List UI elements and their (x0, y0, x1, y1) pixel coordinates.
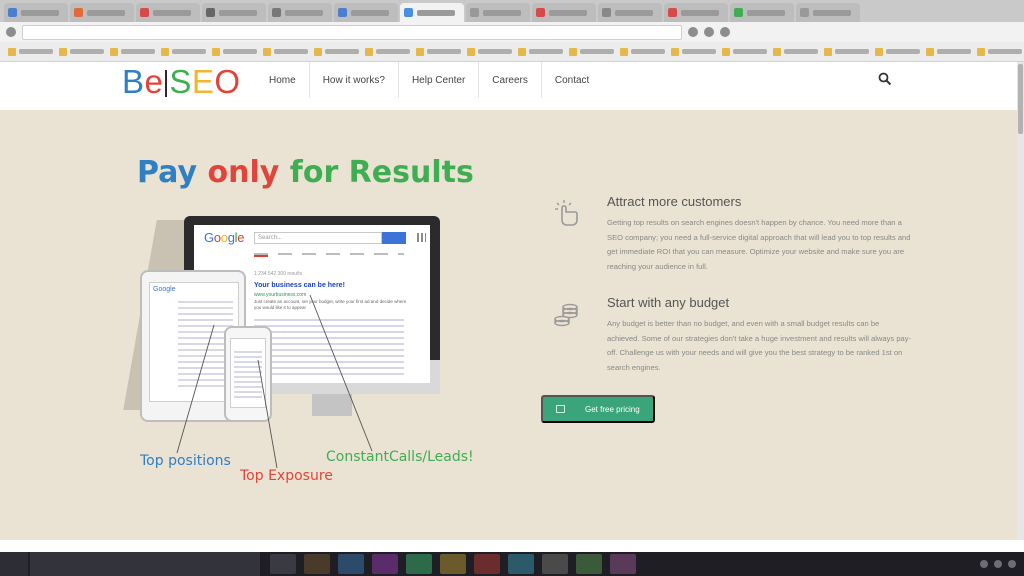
browser-tab[interactable] (202, 3, 266, 22)
search-icon[interactable] (878, 72, 892, 86)
nav-how-it-works[interactable]: How it works? (310, 62, 399, 98)
taskbar-app[interactable] (406, 554, 432, 574)
browser-tab-active[interactable] (400, 3, 464, 22)
tray-icon[interactable] (1008, 560, 1016, 568)
site-logo[interactable]: Be SEO (122, 64, 241, 100)
taskbar-app[interactable] (474, 554, 500, 574)
feature-body: Getting top results on search engines do… (607, 218, 911, 271)
bookmark-item[interactable] (416, 47, 461, 56)
taskbar-app[interactable] (304, 554, 330, 574)
logo-letter: O (214, 63, 241, 100)
bookmark-item[interactable] (569, 47, 614, 56)
taskbar-app[interactable] (542, 554, 568, 574)
bookmark-item[interactable] (977, 47, 1022, 56)
bookmark-item[interactable] (161, 47, 206, 56)
coins-icon (554, 303, 578, 327)
taskbar-app[interactable] (270, 554, 296, 574)
nav-help-center[interactable]: Help Center (399, 62, 480, 98)
browser-tab[interactable] (4, 3, 68, 22)
extension-icon[interactable] (704, 27, 714, 37)
os-taskbar (0, 552, 1024, 576)
bookmark-item[interactable] (518, 47, 563, 56)
browser-tab[interactable] (136, 3, 200, 22)
menu-icon[interactable] (720, 27, 730, 37)
main-nav: Home How it works? Help Center Careers C… (256, 62, 602, 98)
bookmark-item[interactable] (110, 47, 155, 56)
start-button[interactable] (0, 552, 28, 576)
bookmark-item[interactable] (722, 47, 767, 56)
bookmark-item[interactable] (620, 47, 665, 56)
logo-letter: B (122, 63, 145, 100)
browser-tab[interactable] (268, 3, 332, 22)
system-tray (904, 552, 1024, 576)
feature-body: Any budget is better than no budget, and… (607, 319, 912, 372)
browser-tab[interactable] (334, 3, 398, 22)
bookmark-item[interactable] (671, 47, 716, 56)
bookmark-item[interactable] (926, 47, 971, 56)
taskbar-apps (270, 554, 636, 574)
browser-address-bar (0, 22, 1024, 42)
touch-click-icon (555, 200, 578, 226)
taskbar-search[interactable] (30, 552, 260, 576)
browser-tab[interactable] (664, 3, 728, 22)
label-constant-calls: ConstantCalls/Leads! (326, 449, 474, 465)
browser-tab[interactable] (796, 3, 860, 22)
tray-icon[interactable] (994, 560, 1002, 568)
bookmark-item[interactable] (212, 47, 257, 56)
browser-tab[interactable] (466, 3, 530, 22)
cta-label: Get free pricing (585, 404, 640, 414)
bookmark-item[interactable] (365, 47, 410, 56)
browser-tab[interactable] (532, 3, 596, 22)
feature-title: Attract more customers (607, 194, 742, 209)
tray-icon[interactable] (980, 560, 988, 568)
browser-tab[interactable] (730, 3, 794, 22)
site-header: Be SEO Home How it works? Help Center Car… (0, 62, 1017, 110)
taskbar-app[interactable] (440, 554, 466, 574)
get-free-pricing-button[interactable]: Get free pricing (541, 395, 655, 423)
bookmark-item[interactable] (824, 47, 869, 56)
bookmark-item[interactable] (59, 47, 104, 56)
taskbar-app[interactable] (338, 554, 364, 574)
bookmarks-bar (0, 42, 1024, 62)
logo-letter: e (144, 63, 164, 100)
taskbar-app[interactable] (372, 554, 398, 574)
label-top-positions: Top positions (140, 453, 231, 469)
bookmark-item[interactable] (773, 47, 818, 56)
nav-contact[interactable]: Contact (542, 62, 602, 98)
bookmark-item[interactable] (875, 47, 920, 56)
star-icon[interactable] (688, 27, 698, 37)
logo-letter: E (191, 63, 215, 100)
bookmark-item[interactable] (8, 47, 53, 56)
taskbar-app[interactable] (508, 554, 534, 574)
scroll-thumb[interactable] (1018, 64, 1023, 134)
label-top-exposure: Top Exposure (240, 468, 333, 484)
url-input[interactable] (22, 24, 682, 40)
bookmark-item[interactable] (263, 47, 308, 56)
back-icon[interactable] (6, 27, 16, 37)
bookmark-item[interactable] (314, 47, 359, 56)
logo-letter: S (169, 63, 192, 100)
nav-home[interactable]: Home (256, 62, 310, 98)
browser-tab[interactable] (70, 3, 134, 22)
taskbar-app[interactable] (576, 554, 602, 574)
hero-section: Pay only for Results Google Search... 1 … (0, 110, 1017, 540)
feature-title: Start with any budget (607, 295, 730, 310)
nav-careers[interactable]: Careers (479, 62, 542, 98)
next-section-edge (0, 540, 1024, 552)
calculator-icon (556, 405, 565, 413)
taskbar-app[interactable] (610, 554, 636, 574)
browser-tab-bar (0, 0, 1024, 22)
browser-tab[interactable] (598, 3, 662, 22)
bookmark-item[interactable] (467, 47, 512, 56)
logo-divider (165, 70, 168, 97)
